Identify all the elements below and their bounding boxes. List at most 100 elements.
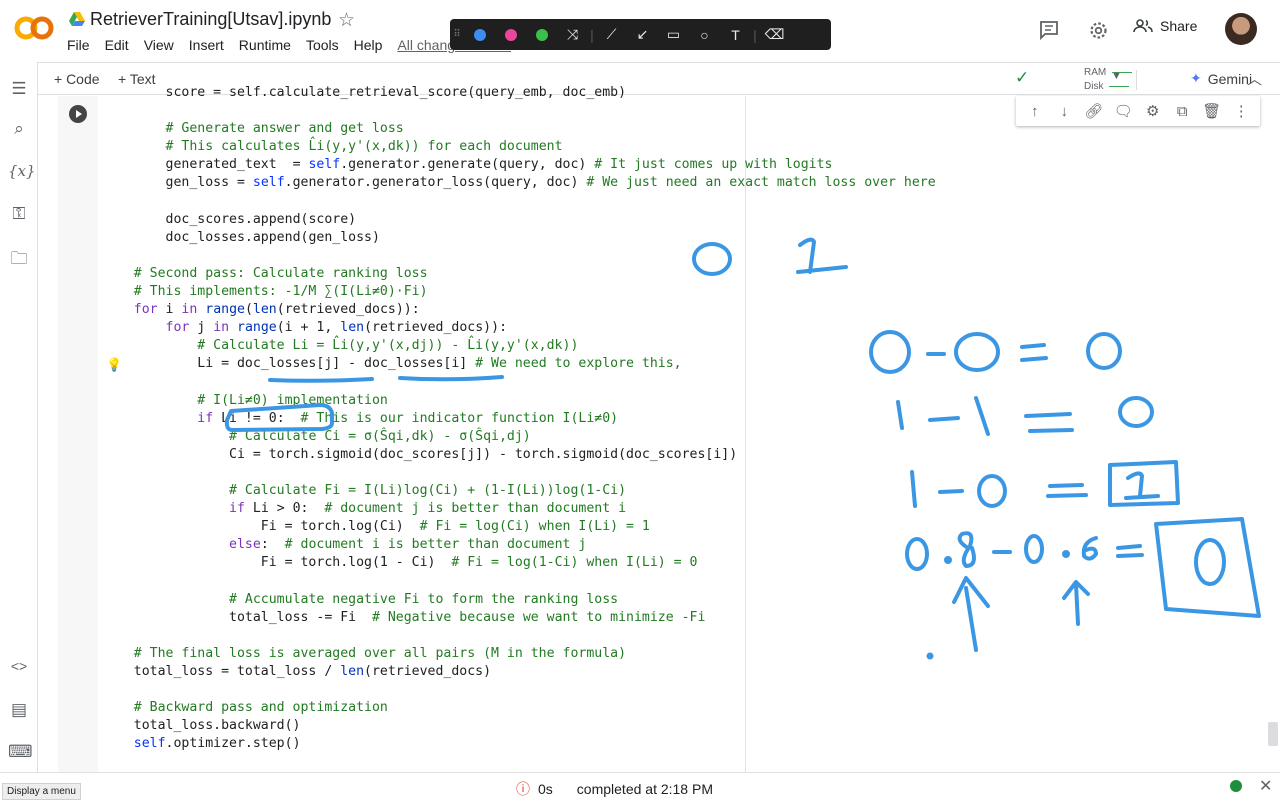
code-line[interactable]: # This calculates L̂i(y,y'(x,dk)) for ea… [102, 138, 936, 156]
divider [1136, 70, 1137, 90]
link-icon[interactable]: 🔗︎ [1082, 102, 1106, 120]
code-line[interactable]: doc_losses.append(gen_loss) [102, 229, 936, 247]
code-line[interactable]: gen_loss = self.generator.generator_loss… [102, 174, 936, 192]
code-line[interactable]: self.optimizer.step() [102, 735, 936, 753]
code-line[interactable]: # Backward pass and optimization [102, 699, 936, 717]
pen-blue-button[interactable] [464, 19, 495, 50]
code-token: i [157, 302, 182, 318]
code-line[interactable]: doc_scores.append(score) [102, 211, 936, 229]
code-line[interactable]: total_loss -= Fi # Negative because we w… [102, 609, 936, 627]
code-line[interactable] [102, 681, 936, 699]
runtime-dropdown-icon[interactable]: ▼ [1111, 70, 1122, 82]
code-line[interactable] [102, 193, 936, 211]
drag-handle-icon[interactable]: ⠿ [450, 19, 464, 50]
code-line[interactable] [102, 247, 936, 265]
star-icon[interactable]: ☆ [338, 9, 355, 32]
runtime-status-dot[interactable] [1230, 780, 1242, 792]
search-icon[interactable]: ⌕ [8, 119, 30, 139]
code-line[interactable]: for i in range(len(retrieved_docs)): [102, 301, 936, 319]
eraser-tool-icon[interactable]: ⌫ [759, 19, 790, 50]
share-button[interactable]: Share [1133, 18, 1197, 34]
code-line[interactable]: # This implements: -1/M ∑(I(Li≠0)·Fi) [102, 283, 936, 301]
user-avatar[interactable] [1225, 13, 1257, 45]
code-line[interactable]: # Accumulate negative Fi to form the ran… [102, 591, 936, 609]
code-line[interactable] [102, 374, 936, 392]
code-line[interactable]: # I(Li≠0) implementation [102, 392, 936, 410]
code-line[interactable]: # Calculate Ci = σ(Ŝqi,dk) - σ(Ŝqi,dj) [102, 428, 936, 446]
menu-edit[interactable]: Edit [105, 37, 129, 53]
text-tool-icon[interactable]: T [720, 19, 751, 50]
code-line[interactable]: if Li > 0: # document j is better than d… [102, 500, 936, 518]
delete-cell-icon[interactable]: 🗑︎ [1200, 102, 1224, 120]
resource-monitor[interactable]: RAM Disk [1084, 66, 1133, 94]
notebook-title[interactable]: RetrieverTraining[Utsav].ipynb [90, 9, 331, 30]
menu-view[interactable]: View [144, 37, 174, 53]
code-line[interactable] [102, 102, 936, 120]
colab-logo[interactable] [14, 14, 54, 42]
line-tool-icon[interactable]: ⟋ [596, 19, 627, 50]
code-line[interactable]: # Calculate Fi = I(Li)log(Ci) + (1-I(Li)… [102, 482, 936, 500]
terminal-icon[interactable]: ⌨ [8, 742, 33, 762]
scrollbar-thumb[interactable] [1268, 722, 1278, 746]
files-folder-icon[interactable]: 🗀 [8, 246, 30, 275]
code-line[interactable] [102, 464, 936, 482]
menu-file[interactable]: File [67, 37, 90, 53]
shuffle-icon[interactable]: ⤨ [557, 19, 588, 50]
more-options-icon[interactable]: ⋮ [1229, 102, 1253, 120]
code-line[interactable]: Ci = torch.sigmoid(doc_scores[j]) - torc… [102, 446, 936, 464]
share-label: Share [1160, 18, 1198, 34]
mirror-cell-icon[interactable]: ⧉ [1170, 103, 1194, 120]
table-of-contents-icon[interactable]: ☰ [8, 79, 30, 99]
code-line[interactable]: # The final loss is averaged over all pa… [102, 645, 936, 663]
code-line[interactable]: for j in range(i + 1, len(retrieved_docs… [102, 319, 936, 337]
code-line[interactable]: else: # document i is better than docume… [102, 536, 936, 554]
code-token: gen_loss = [165, 175, 253, 191]
menu-insert[interactable]: Insert [189, 37, 224, 53]
command-palette-icon[interactable]: ▤ [8, 700, 30, 720]
pen-green-button[interactable] [526, 19, 557, 50]
code-snippets-icon[interactable]: <> [8, 658, 30, 674]
menu-runtime[interactable]: Runtime [239, 37, 291, 53]
circle-tool-icon[interactable]: ○ [689, 19, 720, 50]
code-line[interactable]: score = self.calculate_retrieval_score(q… [102, 84, 936, 102]
menu-help[interactable]: Help [354, 37, 383, 53]
code-line[interactable]: Fi = torch.log(Ci) # Fi = log(Ci) when I… [102, 518, 936, 536]
comment-icon[interactable] [1039, 20, 1059, 40]
secrets-key-icon[interactable]: ⚿ [8, 204, 30, 224]
gemini-button[interactable]: ✦ Gemini [1190, 70, 1252, 87]
code-line[interactable]: # Second pass: Calculate ranking loss [102, 265, 936, 283]
code-token: : [260, 537, 285, 553]
code-line[interactable]: # Generate answer and get loss [102, 120, 936, 138]
code-line[interactable]: total_loss = total_loss / len(retrieved_… [102, 663, 936, 681]
lightbulb-icon[interactable]: 💡 [106, 357, 122, 373]
code-line[interactable]: # Calculate Li = L̂i(y,y'(x,dj)) - L̂i(y… [102, 337, 936, 355]
comment-icon[interactable]: 🗨︎ [1111, 102, 1135, 120]
move-cell-up-icon[interactable]: ↑ [1023, 103, 1047, 120]
code-token: total_loss -= Fi [229, 609, 372, 625]
completion-message: completed at 2:18 PM [576, 781, 713, 797]
close-icon[interactable]: ✕ [1259, 776, 1272, 796]
collapse-header-icon[interactable]: ︿ [1247, 68, 1262, 89]
execution-status[interactable]: ⓘ 0s completed at 2:18 PM [516, 779, 713, 799]
add-code-button[interactable]: + Code [54, 71, 100, 87]
code-line[interactable] [102, 573, 936, 591]
menu-tools[interactable]: Tools [306, 37, 339, 53]
code-line[interactable] [102, 627, 936, 645]
code-token: for [133, 302, 158, 318]
code-content[interactable]: score = self.calculate_retrieval_score(q… [102, 84, 936, 753]
variables-icon[interactable]: {x} [8, 162, 36, 180]
arrow-tool-icon[interactable]: ↙ [627, 19, 658, 50]
run-cell-button[interactable] [69, 105, 87, 123]
code-line[interactable]: Fi = torch.log(1 - Ci) # Fi = log(1-Ci) … [102, 554, 936, 572]
move-cell-down-icon[interactable]: ↓ [1052, 103, 1076, 120]
rectangle-tool-icon[interactable]: ▭ [658, 19, 689, 50]
code-line[interactable]: total_loss.backward() [102, 717, 936, 735]
code-line[interactable]: Li = doc_losses[j] - doc_losses[i] # We … [102, 355, 936, 373]
settings-gear-icon[interactable] [1088, 20, 1109, 41]
cell-settings-icon[interactable]: ⚙ [1141, 102, 1165, 120]
pen-pink-button[interactable] [495, 19, 526, 50]
code-line[interactable]: if Li != 0: # This is our indicator func… [102, 410, 936, 428]
code-line[interactable]: generated_text = self.generator.generate… [102, 156, 936, 174]
